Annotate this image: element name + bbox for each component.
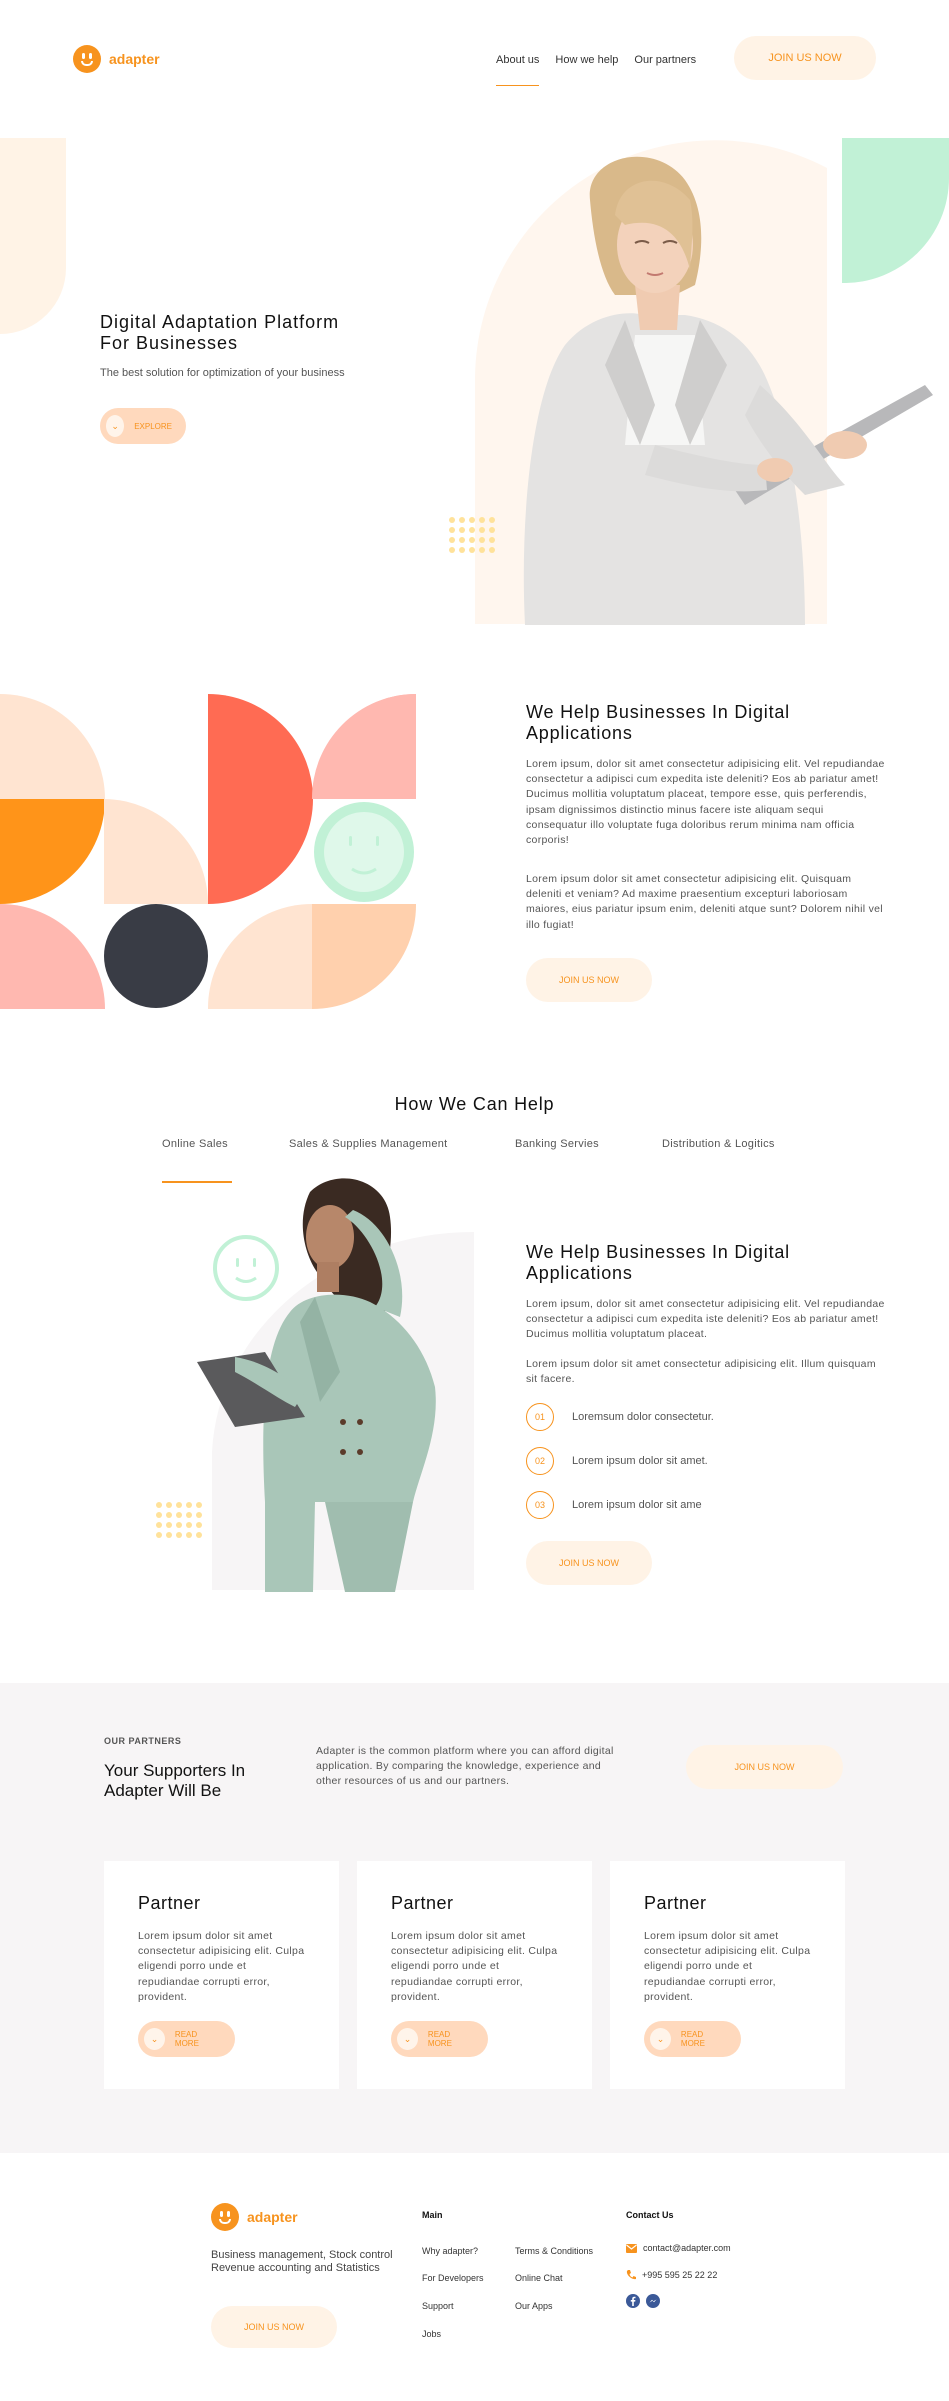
footer-contact-title: Contact Us [626, 2210, 674, 2220]
how-paragraph-2: Lorem ipsum dolor sit amet consectetur a… [526, 1358, 876, 1386]
hero-woman-image [523, 156, 933, 625]
page: adapter About us How we help Our partner… [0, 0, 949, 2401]
read-more-button[interactable]: ⌄ READ MORE [644, 2021, 741, 2057]
footer-email[interactable]: contact@adapter.com [626, 2243, 731, 2253]
explore-label: EXPLORE [134, 421, 172, 431]
partner-card-text: Lorem ipsum dolor sit amet consectetur a… [138, 1930, 305, 2003]
footer-link[interactable]: Why adapter? [422, 2246, 478, 2256]
tab-online-sales[interactable]: Online Sales [162, 1138, 289, 1150]
read-more-label: READ MORE [680, 2030, 705, 2048]
partner-card: Partner Lorem ipsum dolor sit amet conse… [610, 1861, 845, 2089]
how-tabs: Online Sales Sales & Supplies Management… [162, 1138, 802, 1150]
partner-card: Partner Lorem ipsum dolor sit amet conse… [357, 1861, 592, 2089]
header-logo[interactable]: adapter [73, 45, 160, 73]
footer-link[interactable]: Terms & Conditions [515, 2246, 593, 2256]
footer-brand-name: adapter [247, 2209, 298, 2225]
partners-eyebrow: OUR PARTNERS [104, 1736, 182, 1746]
hero-subtitle: The best solution for optimization of yo… [100, 367, 345, 379]
logo-icon [211, 2203, 239, 2231]
help-title-line2: Applications [526, 722, 633, 743]
footer-link[interactable]: Jobs [422, 2329, 441, 2339]
messenger-icon[interactable] [646, 2294, 660, 2308]
how-title: How We Can Help [394, 1094, 555, 1114]
help-paragraph-2: Lorem ipsum dolor sit amet consectetur a… [526, 873, 883, 931]
partner-card: Partner Lorem ipsum dolor sit amet conse… [104, 1861, 339, 2089]
help-title-line1: We Help Businesses In Digital [526, 702, 790, 722]
hero-left-shape [0, 138, 66, 334]
footer-main-title: Main [422, 2210, 443, 2220]
read-more-button[interactable]: ⌄ READ MORE [138, 2021, 235, 2057]
read-more-button[interactable]: ⌄ READ MORE [391, 2021, 488, 2057]
facebook-icon[interactable] [626, 2294, 640, 2308]
logo-icon [73, 45, 101, 73]
step-text: Lorem ipsum dolor sit ame [572, 1499, 702, 1511]
explore-button[interactable]: ⌄ EXPLORE [100, 408, 186, 444]
nav-how-we-help[interactable]: How we help [555, 50, 618, 70]
tab-sales-supplies[interactable]: Sales & Supplies Management [289, 1138, 515, 1150]
mail-icon [626, 2243, 637, 2253]
how-join-button[interactable]: JOIN US NOW [526, 1541, 652, 1585]
chevron-down-icon: ⌄ [144, 2028, 165, 2050]
partners-join-button[interactable]: JOIN US NOW [686, 1745, 843, 1789]
help-title: We Help Businesses In Digital Applicatio… [526, 702, 846, 743]
partner-card-title: Partner [391, 1893, 454, 1913]
footer-phone[interactable]: +995 595 25 22 22 [626, 2270, 717, 2280]
step-number: 01 [526, 1403, 554, 1431]
hero-title-line1: Digital Adaptation Platform [100, 312, 340, 332]
how-paragraph-1: Lorem ipsum, dolor sit amet consectetur … [526, 1298, 885, 1341]
footer-join-button[interactable]: JOIN US NOW [211, 2306, 337, 2348]
footer-social [626, 2294, 660, 2308]
header-join-button[interactable]: JOIN US NOW [734, 36, 876, 80]
step-text: Loremsum dolor consectetur. [572, 1411, 714, 1423]
footer-link[interactable]: Support [422, 2301, 454, 2311]
main-nav: About us How we help Our partners [496, 50, 696, 86]
phone-icon [626, 2270, 636, 2280]
footer-link[interactable]: Online Chat [515, 2273, 563, 2283]
partners-description: Adapter is the common platform where you… [316, 1745, 614, 1788]
footer-link[interactable]: Our Apps [515, 2301, 553, 2311]
how-step: 02 Lorem ipsum dolor sit amet. [526, 1447, 708, 1475]
chevron-down-icon: ⌄ [397, 2028, 418, 2050]
footer-logo[interactable]: adapter [211, 2203, 298, 2231]
how-card-title-line1: We Help Businesses In Digital [526, 1242, 790, 1262]
hero-dot-pattern [449, 517, 495, 553]
partners-title: Your Supporters In Adapter Will Be [104, 1761, 245, 1800]
footer-phone-text: +995 595 25 22 22 [642, 2270, 718, 2280]
step-text: Lorem ipsum dolor sit amet. [572, 1455, 708, 1467]
read-more-label: READ MORE [174, 2030, 199, 2048]
geometric-illustration [0, 694, 417, 1009]
how-step: 03 Lorem ipsum dolor sit ame [526, 1491, 702, 1519]
chevron-down-icon: ⌄ [106, 415, 125, 437]
partner-card-title: Partner [138, 1893, 201, 1913]
step-number: 03 [526, 1491, 554, 1519]
tab-distribution[interactable]: Distribution & Logitics [662, 1138, 802, 1150]
how-woman-image [197, 1178, 436, 1592]
nav-about-us[interactable]: About us [496, 50, 540, 86]
brand-name: adapter [109, 51, 160, 67]
chevron-down-icon: ⌄ [650, 2028, 671, 2050]
how-step: 01 Loremsum dolor consectetur. [526, 1403, 714, 1431]
how-card-title-line2: Applications [526, 1262, 633, 1283]
footer-tagline: Business management, Stock control Reven… [211, 2249, 393, 2275]
partner-card-text: Lorem ipsum dolor sit amet consectetur a… [391, 1930, 558, 2003]
footer-email-text: contact@adapter.com [643, 2243, 731, 2253]
step-number: 02 [526, 1447, 554, 1475]
footer-link[interactable]: For Developers [422, 2273, 484, 2283]
partners-title-line1: Your Supporters In [104, 1761, 246, 1780]
how-card-title: We Help Businesses In Digital Applicatio… [526, 1242, 846, 1283]
hero-title: Digital Adaptation Platform For Business… [100, 312, 400, 353]
partner-card-text: Lorem ipsum dolor sit amet consectetur a… [644, 1930, 811, 2003]
tab-banking[interactable]: Banking Servies [515, 1138, 662, 1150]
partner-card-title: Partner [644, 1893, 707, 1913]
read-more-label: READ MORE [427, 2030, 452, 2048]
partners-title-line2: Adapter Will Be [104, 1780, 222, 1800]
hero-title-line2: For Businesses [100, 332, 239, 353]
nav-our-partners[interactable]: Our partners [634, 50, 696, 70]
help-join-button[interactable]: JOIN US NOW [526, 958, 652, 1002]
help-paragraph-1: Lorem ipsum, dolor sit amet consectetur … [526, 758, 885, 847]
